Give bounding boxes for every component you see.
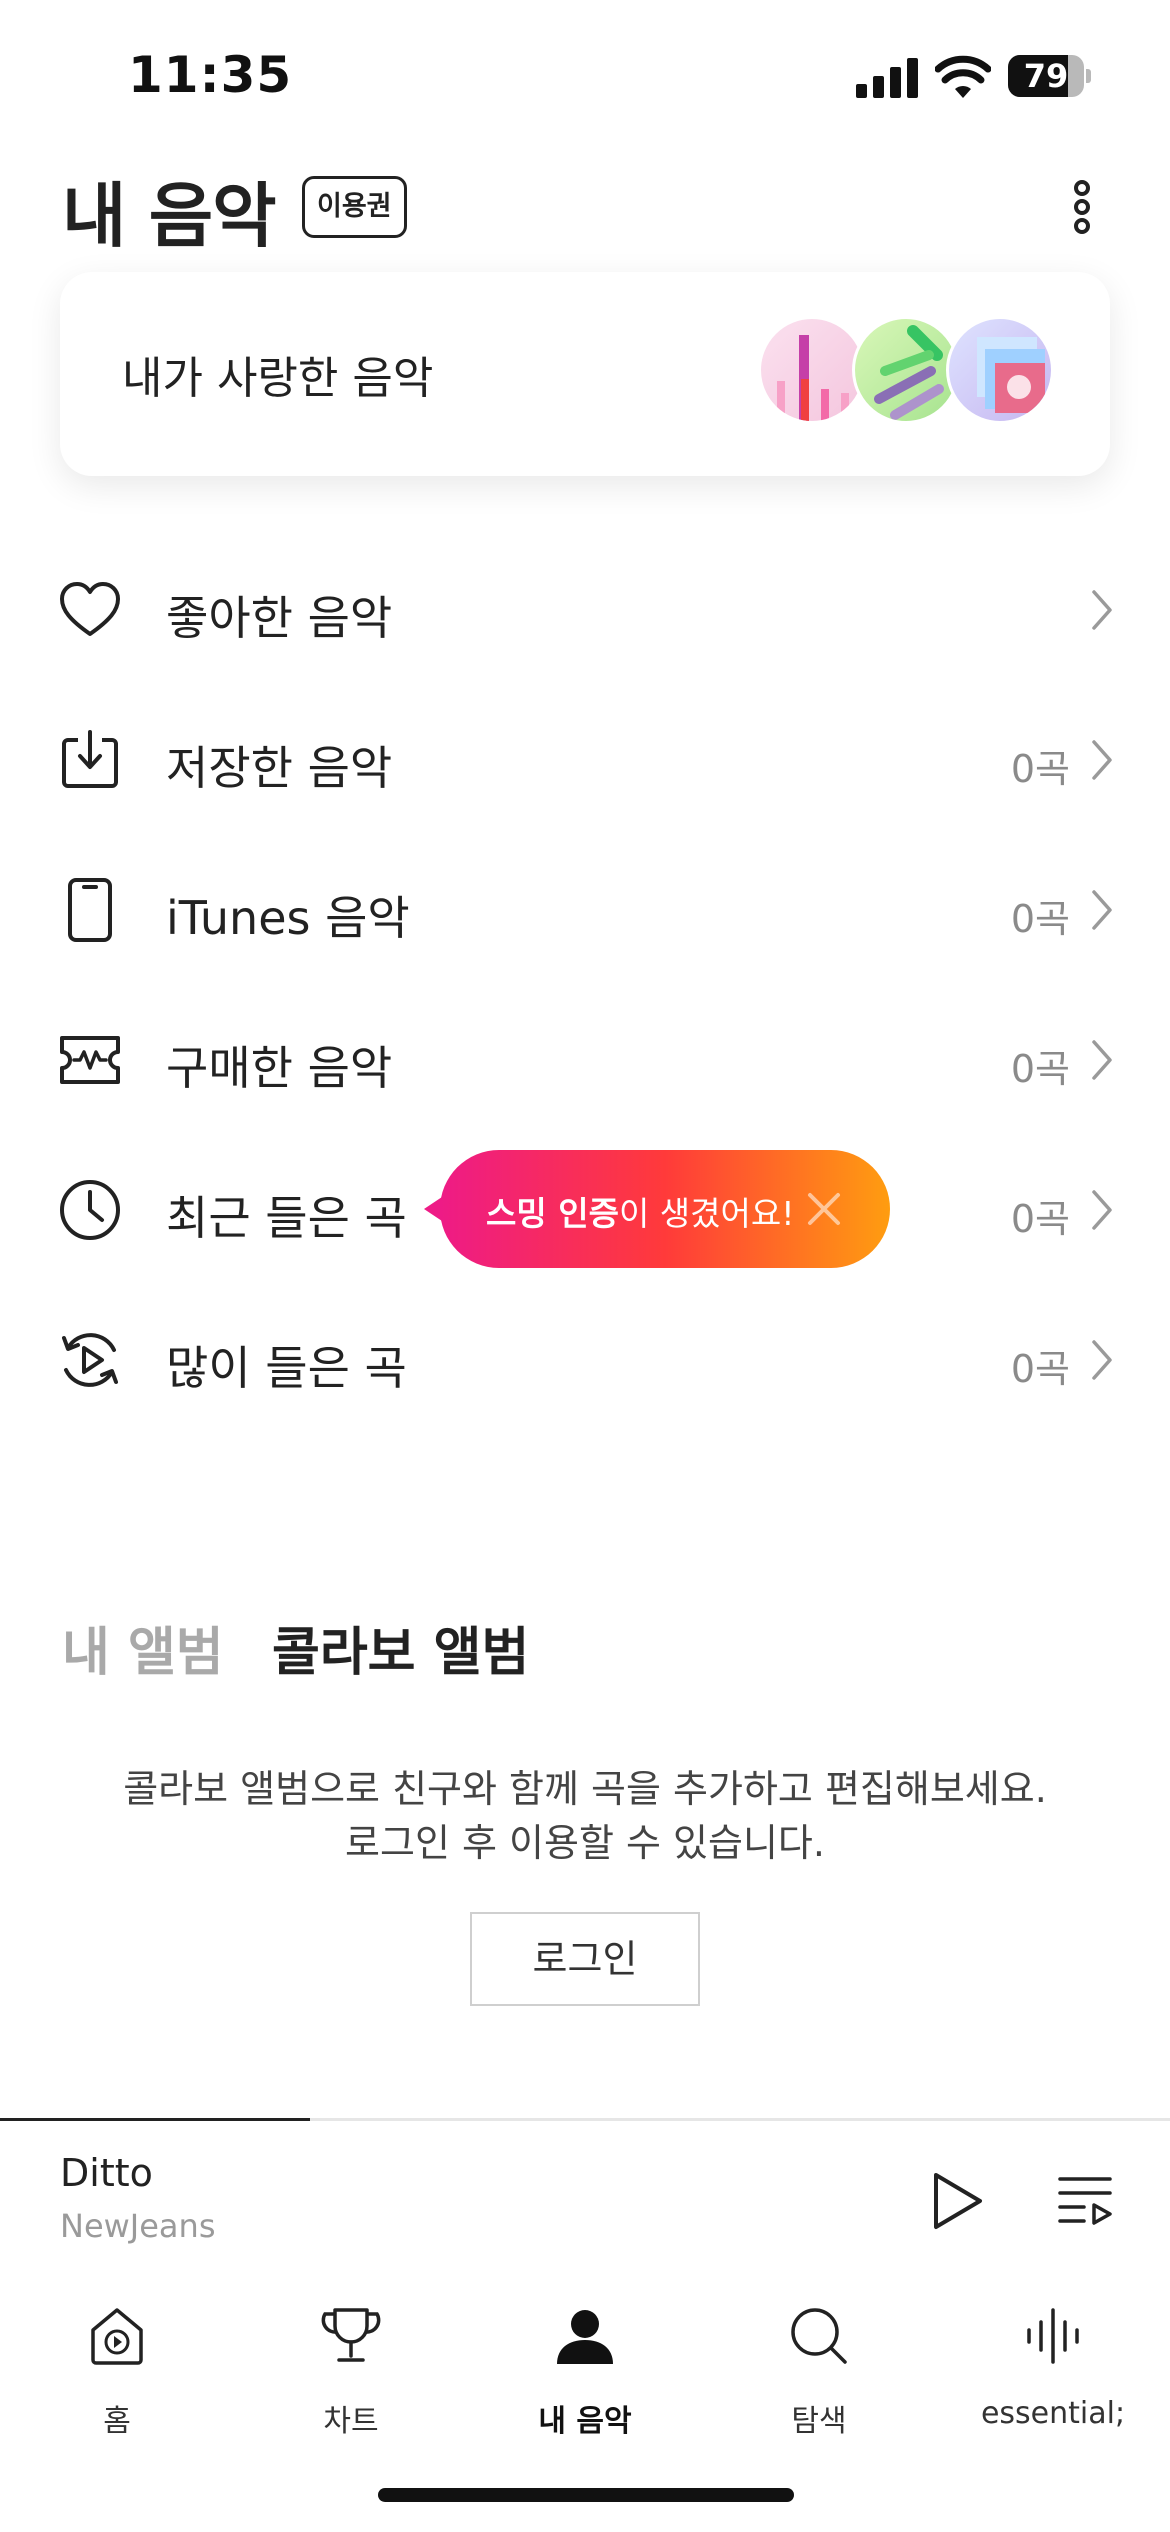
- more-vertical-icon[interactable]: [1062, 172, 1102, 242]
- chevron-right-icon: [1092, 740, 1112, 780]
- tab-label: 탐색: [791, 2404, 847, 2439]
- list-item-count: 0곡: [1010, 1047, 1070, 1091]
- tab-collab-albums[interactable]: 콜라보 앨범: [272, 1610, 529, 1685]
- pass-badge[interactable]: 이용권: [302, 176, 407, 238]
- collab-description-line2: 로그인 후 이용할 수 있습니다.: [345, 1821, 825, 1865]
- collab-description-line1: 콜라보 앨범으로 친구와 함께 곡을 추가하고 편집해보세요.: [123, 1767, 1047, 1811]
- tab-bar: 홈 차트 내 음악 탐색 essential;: [0, 2280, 1170, 2460]
- list-item-most-played[interactable]: 많이 들은 곡 0곡: [0, 1284, 1170, 1434]
- tooltip-text: 스밍 인증이 생겼어요!: [486, 1187, 794, 1235]
- wifi-icon: [935, 55, 991, 98]
- tooltip-highlight: 스밍 인증: [486, 1194, 619, 1233]
- album-art-thumbnail: [758, 316, 866, 424]
- download-icon: [62, 730, 118, 788]
- tab-label: 홈: [103, 2404, 131, 2439]
- tab-my-albums[interactable]: 내 앨범: [62, 1610, 224, 1685]
- ticket-icon: [60, 1036, 120, 1084]
- playlist-icon[interactable]: [1056, 2173, 1114, 2229]
- list-item-count: 0곡: [1010, 1197, 1070, 1241]
- battery-level: 79: [1023, 57, 1069, 95]
- home-icon: [91, 2308, 143, 2365]
- status-time: 11:35: [128, 46, 293, 104]
- list-item-itunes-music[interactable]: iTunes 음악 0곡: [0, 834, 1170, 984]
- trophy-icon: [321, 2308, 381, 2362]
- close-icon[interactable]: [804, 1189, 844, 1229]
- list-item-label: 많이 들은 곡: [166, 1341, 407, 1395]
- list-item-label: 구매한 음악: [166, 1041, 393, 1095]
- list-item-purchased-music[interactable]: 구매한 음악 0곡: [0, 984, 1170, 1134]
- list-item-label: 최근 들은 곡: [166, 1191, 407, 1245]
- loved-music-card[interactable]: 내가 사랑한 음악: [60, 272, 1110, 476]
- list-item-count: 0곡: [1010, 747, 1070, 791]
- loved-music-label: 내가 사랑한 음악: [122, 353, 434, 404]
- track-title: Ditto: [60, 2151, 153, 2195]
- phone-icon: [68, 878, 112, 942]
- collab-description: 콜라보 앨범으로 친구와 함께 곡을 추가하고 편집해보세요. 로그인 후 이용…: [0, 1762, 1170, 1870]
- track-artist: NewJeans: [60, 2207, 216, 2245]
- tab-chart[interactable]: 차트: [234, 2280, 468, 2440]
- list-item-liked-music[interactable]: 좋아한 음악: [0, 534, 1170, 684]
- tooltip-message: 이 생겼어요!: [618, 1194, 795, 1233]
- list-item-saved-music[interactable]: 저장한 음악 0곡: [0, 684, 1170, 834]
- login-button[interactable]: 로그인: [470, 1912, 700, 2006]
- chevron-right-icon: [1092, 590, 1112, 630]
- page-title: 내 음악: [62, 175, 277, 257]
- play-icon[interactable]: [928, 2169, 988, 2233]
- person-icon: [557, 2310, 613, 2364]
- album-art-thumbnail: [946, 316, 1054, 424]
- streaming-cert-tooltip[interactable]: 스밍 인증이 생겼어요!: [424, 1150, 890, 1268]
- chevron-right-icon: [1092, 1040, 1112, 1080]
- chevron-right-icon: [1092, 890, 1112, 930]
- battery-icon: 79: [1008, 55, 1091, 97]
- tab-label: 차트: [323, 2404, 379, 2439]
- search-icon: [791, 2308, 847, 2364]
- clock-icon: [60, 1180, 120, 1240]
- tab-label: essential;: [980, 2396, 1126, 2431]
- heart-icon: [60, 582, 120, 636]
- tab-essential[interactable]: essential;: [936, 2280, 1170, 2440]
- album-art-thumbnail: [852, 316, 960, 424]
- list-item-label: iTunes 음악: [166, 891, 410, 945]
- list-item-label: 저장한 음악: [166, 741, 393, 795]
- tooltip-arrow: [424, 1197, 442, 1221]
- mini-player[interactable]: Ditto NewJeans: [0, 2121, 1170, 2271]
- list-item-count: 0곡: [1010, 1347, 1070, 1391]
- tab-search[interactable]: 탐색: [702, 2280, 936, 2440]
- chevron-right-icon: [1092, 1190, 1112, 1230]
- tab-home[interactable]: 홈: [0, 2280, 234, 2440]
- list-item-count: 0곡: [1010, 897, 1070, 941]
- home-indicator: [378, 2488, 794, 2502]
- cellular-signal-icon: [856, 58, 918, 98]
- list-item-label: 좋아한 음악: [166, 591, 393, 645]
- status-bar: 11:35 79: [0, 0, 1170, 150]
- replay-icon: [62, 1333, 118, 1387]
- tab-my-music[interactable]: 내 음악: [468, 2280, 702, 2440]
- chevron-right-icon: [1092, 1340, 1112, 1380]
- waveform-icon: [1027, 2308, 1079, 2364]
- tab-label: 내 음악: [538, 2404, 632, 2439]
